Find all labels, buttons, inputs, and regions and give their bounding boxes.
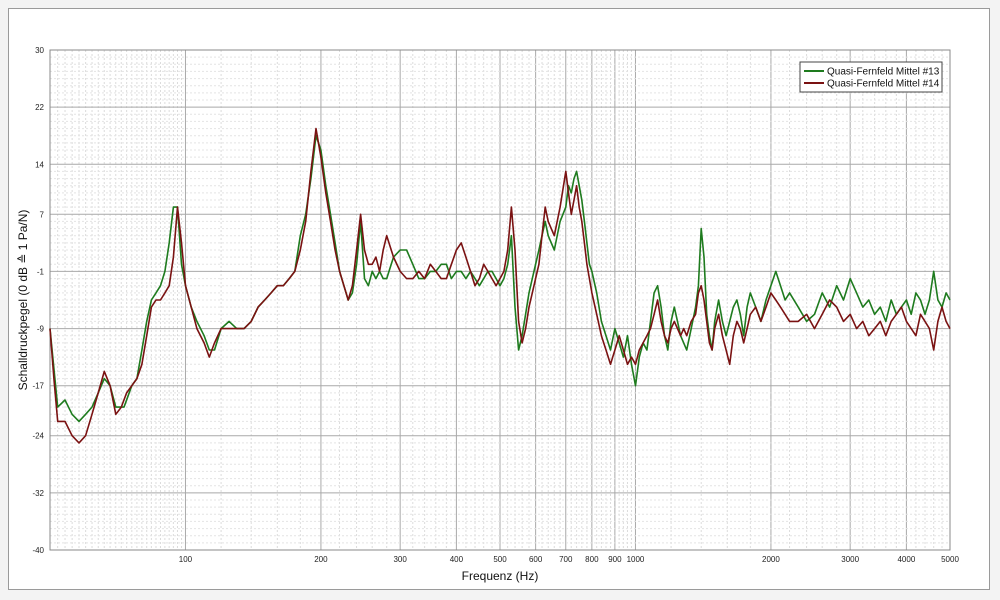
tick-labels: -40-32-24-17-9-17142230100 200 300 400 500 60… [32, 46, 959, 564]
x-tick-label: 5000 [941, 555, 959, 564]
x-axis-title: Frequenz (Hz) [462, 569, 539, 583]
y-axis-title: Schalldruckpegel (0 dB ≙ 1 Pa/N) [16, 210, 30, 391]
x-tick-label: 300 [393, 555, 407, 564]
x-tick-label: 700 [559, 555, 573, 564]
y-tick-label: 14 [35, 160, 44, 169]
y-tick-label: 22 [35, 103, 44, 112]
x-tick-label: 800 [585, 555, 599, 564]
y-tick-label: -40 [32, 546, 44, 555]
x-tick-label: 500 [493, 555, 507, 564]
x-tick-label: 4000 [897, 555, 915, 564]
x-tick-label: 3000 [841, 555, 859, 564]
y-tick-label: -24 [32, 432, 44, 441]
y-tick-label: 7 [40, 210, 45, 219]
y-tick-label: 30 [35, 46, 44, 55]
legend-label-series-14: Quasi-Fernfeld Mittel #14 [827, 79, 940, 90]
y-tick-label: -9 [37, 325, 45, 334]
x-tick-label: 100 [179, 555, 193, 564]
y-tick-label: -32 [32, 489, 44, 498]
x-tick-label: 600 [529, 555, 543, 564]
x-tick-label: 900 [608, 555, 622, 564]
chart: -40-32-24-17-9-17142230100 200 300 400 500 60… [16, 46, 959, 583]
legend: Quasi-Fernfeld Mittel #13 Quasi-Fernfeld… [799, 61, 943, 93]
x-tick-label: 1000 [627, 555, 645, 564]
legend-label-series-13: Quasi-Fernfeld Mittel #13 [827, 67, 940, 78]
y-tick-label: -17 [32, 382, 44, 391]
x-tick-label: 2000 [762, 555, 780, 564]
x-tick-label: 400 [450, 555, 464, 564]
grid [50, 49, 950, 551]
x-tick-label: 200 [314, 555, 328, 564]
y-tick-label: -1 [37, 267, 45, 276]
